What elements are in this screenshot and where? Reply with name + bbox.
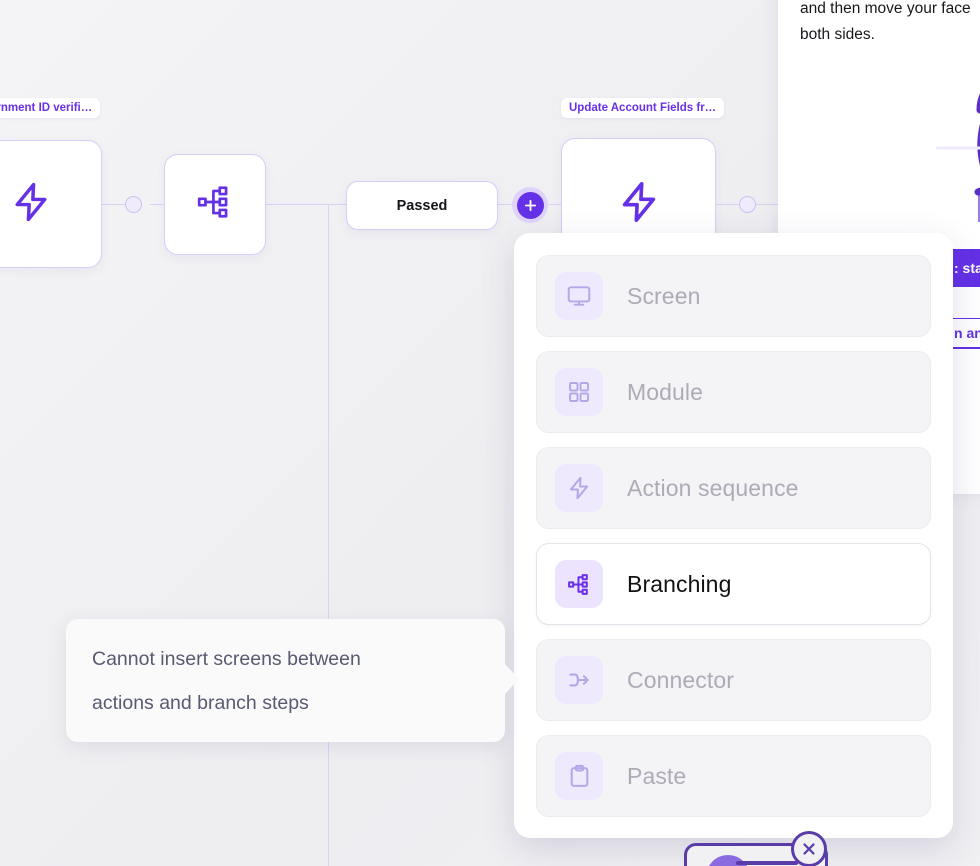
face-profile-illustration [926, 52, 980, 257]
branching-icon [196, 183, 234, 226]
close-circle-icon[interactable] [791, 831, 827, 866]
tooltip: Cannot insert screens between actions an… [66, 619, 505, 742]
node-branching[interactable] [164, 154, 266, 255]
edge-port-to-branching [150, 204, 164, 205]
menu-item-label: Connector [627, 666, 735, 693]
lightning-bolt-icon [555, 464, 603, 512]
bottom-node-line [736, 861, 798, 865]
insert-step-menu[interactable]: Screen Module Action sequence Branching … [514, 233, 953, 838]
node-chip-action-left[interactable]: ernment ID verifi… [0, 98, 101, 118]
condition-pill-passed[interactable]: Passed [346, 181, 498, 230]
preview-secondary-link-label: n an [954, 325, 980, 341]
node-action-left[interactable] [0, 140, 102, 268]
port-left[interactable] [125, 196, 142, 213]
tooltip-line-2: actions and branch steps [92, 691, 309, 714]
menu-item-label: Branching [627, 570, 732, 597]
menu-item-label: Paste [627, 762, 687, 789]
edge-plus-to-action [546, 204, 561, 205]
flow-canvas[interactable]: ernment ID verifi… Passed Update Account… [0, 0, 980, 866]
menu-item-module: Module [536, 351, 931, 433]
lightning-bolt-icon [9, 180, 53, 229]
monitor-icon [555, 272, 603, 320]
preview-primary-button-label: : sta [954, 260, 980, 276]
preview-text-line2: both sides. [800, 26, 875, 43]
menu-item-paste: Paste [536, 735, 931, 817]
tooltip-arrow [504, 663, 519, 695]
menu-item-branching[interactable]: Branching [536, 543, 931, 625]
branching-icon [555, 560, 603, 608]
tooltip-line-1: Cannot insert screens between [92, 647, 361, 670]
grid-icon [555, 368, 603, 416]
preview-text-line1: and then move your face [800, 0, 971, 17]
add-step-button[interactable] [512, 187, 548, 223]
menu-item-label: Screen [627, 282, 701, 309]
node-chip-action-right[interactable]: Update Account Fields fr… [561, 98, 725, 118]
condition-pill-label: Passed [396, 197, 448, 214]
edge-action-to-port-right [716, 204, 739, 205]
menu-item-label: Module [627, 378, 704, 405]
port-right[interactable] [739, 196, 756, 213]
menu-item-action-sequence: Action sequence [536, 447, 931, 529]
lightning-bolt-icon [616, 179, 662, 230]
edge-branch-vertical [328, 204, 329, 866]
edge-branching-to-pill [266, 204, 346, 205]
menu-item-connector: Connector [536, 639, 931, 721]
menu-item-screen: Screen [536, 255, 931, 337]
menu-item-label: Action sequence [627, 474, 799, 501]
plus-icon [516, 191, 544, 219]
clipboard-icon [555, 752, 603, 800]
connector-icon [555, 656, 603, 704]
